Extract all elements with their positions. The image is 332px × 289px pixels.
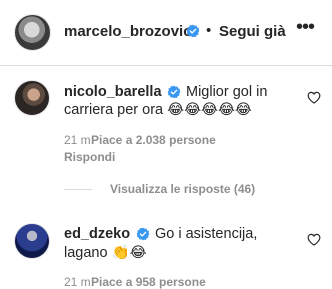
comment-text-line2-words: carriera per ora (64, 102, 164, 118)
heart-icon[interactable] (307, 91, 321, 104)
comments-panel: marcelo_brozovic • Segui già ••• nicolo_… (0, 0, 332, 289)
verified-badge-icon (186, 24, 200, 38)
comment-text-line1: Go i asistencija, (155, 226, 258, 242)
verified-badge-icon (167, 85, 181, 99)
comment-text-line1: Miglior gol in (186, 84, 268, 100)
following-button[interactable]: Segui già (219, 23, 286, 40)
author-avatar[interactable] (14, 14, 51, 51)
more-options-icon[interactable]: ••• (296, 17, 320, 38)
comment-time: 21 m (64, 275, 91, 289)
comment-time: 21 m (64, 133, 91, 147)
heart-icon[interactable] (307, 233, 321, 246)
comment-text-line2: lagano 👏😂 (64, 244, 147, 261)
comment-likes[interactable]: Piace a 958 persone (91, 275, 206, 289)
author-username[interactable]: marcelo_brozovic (64, 23, 192, 40)
comment-emoji: 😂😂😂😂😂 (167, 102, 252, 118)
comment-likes[interactable]: Piace a 2.038 persone (91, 133, 216, 147)
commenter-avatar[interactable] (14, 223, 50, 259)
comment-text-line2: carriera per ora 😂😂😂😂😂 (64, 102, 252, 118)
commenter-avatar[interactable] (14, 80, 50, 116)
comment-emoji: 👏😂 (111, 245, 147, 261)
comment-text-line2-words: lagano (64, 245, 108, 261)
verified-badge-icon (136, 227, 150, 241)
view-replies-label: Visualizza le risposte (46) (110, 182, 256, 196)
separator-dot: • (206, 22, 212, 39)
replies-divider (64, 189, 92, 190)
commenter-username[interactable]: ed_dzeko (64, 226, 130, 242)
reply-button[interactable]: Rispondi (64, 150, 115, 164)
post-header: marcelo_brozovic • Segui già ••• (0, 0, 332, 66)
commenter-username[interactable]: nicolo_barella (64, 84, 162, 100)
